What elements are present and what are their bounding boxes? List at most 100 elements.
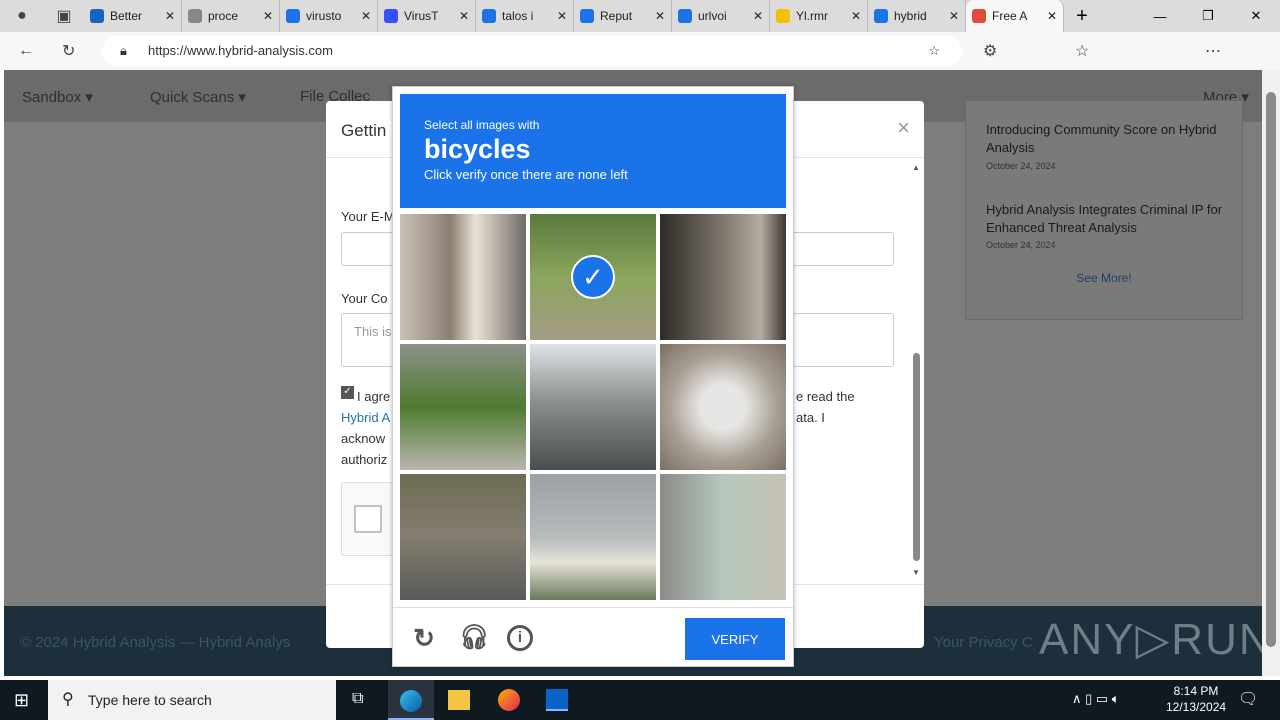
close-tab-icon[interactable]: ✕ bbox=[851, 9, 861, 23]
challenge-tile[interactable] bbox=[400, 344, 526, 470]
tab-favicon-icon bbox=[874, 9, 888, 23]
close-tab-icon[interactable]: ✕ bbox=[459, 9, 469, 23]
browser-tab[interactable]: Reput ✕ bbox=[574, 0, 672, 32]
news-title[interactable]: Hybrid Analysis Integrates Criminal IP f… bbox=[986, 201, 1226, 237]
agree-text: I agre bbox=[357, 389, 391, 404]
challenge-header: Select all images with bicycles Click ve… bbox=[400, 94, 786, 208]
news-date: October 24, 2024 bbox=[986, 161, 1056, 171]
notifications-icon[interactable]: 🗨︎ bbox=[1238, 689, 1258, 709]
tab-favicon-icon bbox=[188, 9, 202, 23]
agree-text: authoriz bbox=[341, 452, 388, 467]
favorites-icon[interactable]: ☆ bbox=[1075, 41, 1089, 61]
close-tab-icon[interactable]: ✕ bbox=[263, 9, 273, 23]
footer-copyright: © 2024 Hybrid Analysis — Hybrid Analys bbox=[20, 634, 291, 651]
news-panel: Introducing Community Score on Hybrid An… bbox=[965, 100, 1243, 320]
refresh-icon[interactable]: ↻ bbox=[62, 41, 75, 61]
refresh-challenge-icon[interactable]: ↻ bbox=[411, 625, 437, 651]
search-icon: ⚲ bbox=[62, 691, 74, 708]
challenge-tile[interactable] bbox=[660, 214, 786, 340]
outlook-icon[interactable] bbox=[546, 689, 568, 711]
nav-sandbox[interactable]: Sandbox ▾ bbox=[22, 88, 93, 106]
agree-text: ata. I bbox=[796, 410, 825, 425]
time: 8:14 PM bbox=[1173, 684, 1219, 698]
extensions-icon[interactable]: ⚙ bbox=[983, 41, 997, 61]
email-label: Your E-M bbox=[341, 209, 395, 224]
new-tab-button[interactable]: + bbox=[1064, 5, 1100, 28]
minimize-button[interactable]: — bbox=[1136, 9, 1184, 24]
browser-tab[interactable]: virusto ✕ bbox=[280, 0, 378, 32]
more-icon[interactable]: ⋯ bbox=[1205, 41, 1221, 61]
verify-button[interactable]: VERIFY bbox=[685, 618, 785, 660]
close-tab-icon[interactable]: ✕ bbox=[655, 9, 665, 23]
see-more-link[interactable]: See More! bbox=[966, 271, 1242, 285]
browser-tab[interactable]: hybrid ✕ bbox=[868, 0, 966, 32]
challenge-tile[interactable] bbox=[400, 474, 526, 600]
anyrun-watermark: ANY▷RUN bbox=[1039, 615, 1262, 664]
browser-tab[interactable]: Free A ✕ bbox=[966, 0, 1064, 32]
modal-scrollbar-thumb[interactable] bbox=[913, 353, 920, 561]
windows-start-icon[interactable]: ⊞ bbox=[14, 690, 29, 711]
challenge-target: bicycles bbox=[424, 134, 531, 164]
edge-taskbar-icon[interactable] bbox=[388, 680, 434, 720]
challenge-tile[interactable] bbox=[660, 474, 786, 600]
close-window-button[interactable]: ✕ bbox=[1232, 8, 1280, 24]
tray-icons[interactable]: ∧ ▯ ▭ 🔈︎ bbox=[1072, 691, 1120, 707]
tab-favicon-icon bbox=[286, 9, 300, 23]
hcaptcha-challenge: Select all images with bicycles Click ve… bbox=[392, 86, 794, 667]
close-tab-icon[interactable]: ✕ bbox=[557, 9, 567, 23]
file-explorer-icon[interactable] bbox=[448, 690, 470, 710]
challenge-tile[interactable] bbox=[530, 344, 656, 470]
tab-favicon-icon bbox=[384, 9, 398, 23]
browser-tab[interactable]: Yl.rmr ✕ bbox=[770, 0, 868, 32]
tab-title: virusto bbox=[306, 9, 342, 23]
back-icon[interactable]: ← bbox=[18, 42, 34, 60]
tab-title: VirusT bbox=[404, 9, 439, 23]
browser-tab[interactable]: VirusT ✕ bbox=[378, 0, 476, 32]
browser-tab[interactable]: proce ✕ bbox=[182, 0, 280, 32]
news-title[interactable]: Introducing Community Score on Hybrid An… bbox=[986, 121, 1226, 157]
modal-scrollbar[interactable]: ▲ ▼ bbox=[912, 163, 922, 577]
url-text: https://www.hybrid-analysis.com bbox=[148, 43, 333, 58]
tab-actions-icon[interactable]: ▣ bbox=[44, 6, 84, 26]
modal-title: Gettin bbox=[341, 121, 387, 140]
close-tab-icon[interactable]: ✕ bbox=[1047, 9, 1057, 23]
profile-icon[interactable]: ● bbox=[0, 7, 44, 25]
agree-text: acknow bbox=[341, 431, 386, 446]
challenge-tile[interactable] bbox=[400, 214, 526, 340]
challenge-tile[interactable] bbox=[660, 344, 786, 470]
comment-placeholder: This is bbox=[354, 324, 392, 339]
close-tab-icon[interactable]: ✕ bbox=[753, 9, 763, 23]
tab-favicon-icon bbox=[482, 9, 496, 23]
tab-title: proce bbox=[208, 9, 239, 23]
tab-title: talos i bbox=[502, 9, 534, 23]
nav-quick-scans[interactable]: Quick Scans ▾ bbox=[150, 88, 246, 106]
taskbar-search[interactable]: ⚲ Type here to search bbox=[48, 680, 336, 720]
browser-tab[interactable]: Better ✕ bbox=[84, 0, 182, 32]
info-icon[interactable]: i bbox=[507, 625, 533, 651]
task-view-icon[interactable]: ⧉ bbox=[352, 690, 363, 708]
audio-challenge-icon[interactable]: 🎧︎ bbox=[459, 625, 489, 651]
selected-check-icon: ✓ bbox=[571, 255, 615, 299]
agree-checkbox[interactable]: ✓ bbox=[341, 386, 354, 399]
close-tab-icon[interactable]: ✕ bbox=[949, 9, 959, 23]
challenge-instruction: Click verify once there are none left bbox=[424, 167, 628, 182]
recaptcha-checkbox[interactable] bbox=[354, 505, 382, 533]
firefox-icon[interactable] bbox=[498, 689, 520, 711]
challenge-tile[interactable]: ✓ bbox=[530, 214, 656, 340]
scrollbar-thumb[interactable] bbox=[1266, 92, 1276, 647]
challenge-tile[interactable] bbox=[530, 474, 656, 600]
browser-tab[interactable]: urlvoi ✕ bbox=[672, 0, 770, 32]
lock-icon: 🔒︎ bbox=[120, 43, 127, 58]
terms-link[interactable]: Hybrid A bbox=[341, 407, 390, 428]
close-tab-icon[interactable]: ✕ bbox=[361, 9, 371, 23]
modal-close-button[interactable]: × bbox=[897, 115, 910, 141]
page-scrollbar[interactable] bbox=[1262, 70, 1280, 676]
close-tab-icon[interactable]: ✕ bbox=[165, 9, 175, 23]
tab-title: Reput bbox=[600, 9, 633, 23]
url-input[interactable]: https://www.hybrid-analysis.com 🔒︎ ☆ bbox=[102, 36, 962, 66]
star-icon[interactable]: ☆ bbox=[928, 36, 940, 66]
browser-tab[interactable]: talos i ✕ bbox=[476, 0, 574, 32]
footer-privacy-link[interactable]: Your Privacy C bbox=[934, 634, 1033, 651]
restore-button[interactable]: ❐ bbox=[1184, 8, 1232, 24]
clock[interactable]: 8:14 PM 12/13/2024 bbox=[1166, 684, 1226, 714]
